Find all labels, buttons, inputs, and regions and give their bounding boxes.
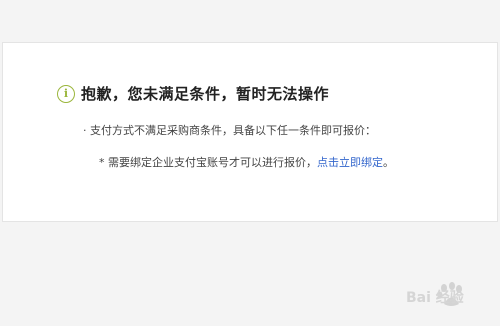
baidu-jingyan-watermark: Bai 经验	[406, 282, 465, 306]
bind-now-link[interactable]: 点击立即绑定	[317, 156, 383, 169]
condition-text: * 需要绑定企业支付宝账号才可以进行报价，点击立即绑定。	[99, 154, 394, 170]
requirement-text: · 支付方式不满足采购商条件，具备以下任一条件即可报价：	[83, 124, 376, 137]
notice-title-row: i 抱歉，您未满足条件，暂时无法操作	[57, 83, 329, 104]
watermark-text: Bai 经验	[406, 289, 465, 306]
info-icon: i	[57, 84, 75, 103]
condition-prefix: * 需要绑定企业支付宝账号才可以进行报价，	[99, 156, 317, 169]
notice-card: i 抱歉，您未满足条件，暂时无法操作 · 支付方式不满足采购商条件，具备以下任一…	[2, 42, 498, 222]
notice-title: 抱歉，您未满足条件，暂时无法操作	[81, 85, 330, 103]
condition-suffix: 。	[383, 156, 394, 169]
